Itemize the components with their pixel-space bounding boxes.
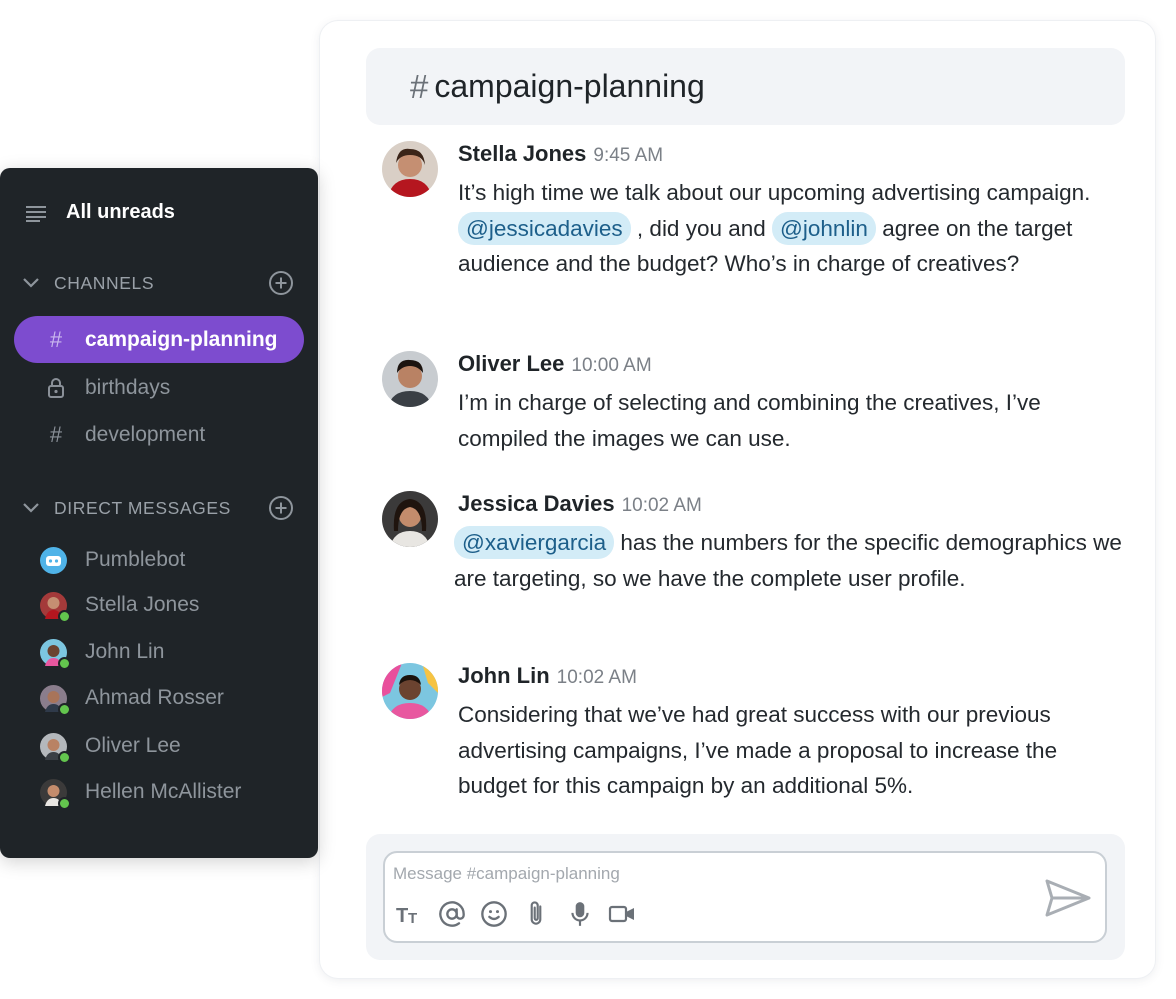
dm-label: Ahmad Rosser [85, 686, 224, 709]
message-body: John Lin 10:02 AM Considering that we’ve… [458, 663, 1122, 804]
message-body: Jessica Davies 10:02 AM @xaviergarcia ha… [454, 491, 1122, 596]
message-time: 10:02 AM [556, 667, 637, 688]
bot-icon [40, 546, 67, 574]
message-author[interactable]: John Lin [458, 663, 550, 689]
channel-item-birthdays[interactable]: birthdays [14, 364, 304, 411]
avatar [40, 732, 71, 764]
channels-section-header[interactable]: CHANNELS [22, 268, 294, 298]
message-author[interactable]: Stella Jones [458, 141, 586, 167]
message-input[interactable] [393, 861, 993, 887]
channel-title: campaign-planning [434, 68, 705, 104]
mention-icon[interactable] [437, 899, 467, 929]
all-unreads[interactable]: All unreads [26, 201, 175, 224]
dm-item-john-lin[interactable]: John Lin [40, 637, 165, 670]
channel-label: campaign-planning [85, 327, 278, 351]
dm-item-ahmad-rosser[interactable]: Ahmad Rosser [40, 683, 224, 716]
svg-text:T: T [396, 905, 408, 926]
dm-item-oliver-lee[interactable]: Oliver Lee [40, 731, 181, 764]
message-text: I’m in charge of selecting and combining… [458, 390, 1041, 451]
message-text: It’s high time we talk about our upcomin… [458, 175, 1122, 282]
text-segment: , did you and [636, 215, 766, 241]
video-icon[interactable] [607, 899, 637, 929]
hash-icon: # [49, 421, 63, 447]
avatar [40, 591, 71, 623]
plus-circle-icon [269, 496, 293, 520]
message: John Lin 10:02 AM Considering that we’ve… [382, 663, 1122, 813]
avatar [40, 778, 71, 810]
message: Oliver Lee 10:00 AM I’m in charge of sel… [382, 351, 1122, 461]
hash-icon: # [410, 67, 429, 105]
dm-label: John Lin [85, 640, 165, 663]
message-text: @xaviergarcia has the numbers for the sp… [454, 525, 1122, 596]
plus-circle-icon [269, 271, 293, 295]
lock-icon [44, 377, 68, 398]
list-icon [26, 205, 46, 222]
hash-icon: # [49, 326, 63, 352]
send-button[interactable] [1043, 877, 1093, 919]
dm-label: Hellen McAllister [85, 780, 242, 803]
add-channel-button[interactable] [268, 270, 294, 301]
add-dm-button[interactable] [268, 495, 294, 526]
avatar[interactable] [382, 351, 438, 407]
message-time: 10:02 AM [621, 495, 702, 516]
message-text: Considering that we’ve had great success… [458, 702, 1058, 798]
dm-section-header[interactable]: DIRECT MESSAGES [22, 493, 294, 523]
emoji-icon[interactable] [479, 899, 509, 929]
channel-label: development [85, 422, 206, 446]
sidebar: All unreads CHANNELS # campaign-planning… [0, 168, 318, 858]
dm-item-hellen-mcallister[interactable]: Hellen McAllister [40, 777, 242, 810]
mention-tag[interactable]: @jessicadavies [458, 211, 631, 245]
channel-header: # campaign-planning [366, 48, 1125, 125]
all-unreads-label: All unreads [66, 201, 175, 223]
send-icon [1045, 879, 1091, 917]
channels-header-label: CHANNELS [54, 272, 155, 293]
message-author[interactable]: Jessica Davies [458, 491, 615, 517]
message: Stella Jones 9:45 AM It’s high time we t… [382, 141, 1122, 321]
mention-tag[interactable]: @xaviergarcia [454, 526, 615, 559]
chevron-down-icon [23, 278, 39, 288]
message-body: Stella Jones 9:45 AM It’s high time we t… [458, 141, 1122, 282]
avatar [40, 638, 71, 670]
message-body: Oliver Lee 10:00 AM I’m in charge of sel… [458, 351, 1122, 456]
attachment-icon[interactable] [521, 899, 551, 929]
channel-label: birthdays [85, 375, 171, 399]
chat-window: # campaign-planning Stella Jones 9:45 AM… [320, 21, 1155, 978]
channel-item-development[interactable]: # development [14, 411, 304, 458]
text-segment: It’s high time we talk about our upcomin… [458, 180, 1091, 205]
online-indicator [58, 750, 71, 764]
message-author[interactable]: Oliver Lee [458, 351, 564, 377]
dm-label: Oliver Lee [85, 734, 181, 757]
avatar [40, 684, 71, 716]
avatar[interactable] [382, 491, 438, 547]
online-indicator [58, 796, 71, 810]
dm-header-label: DIRECT MESSAGES [54, 497, 231, 518]
avatar[interactable] [382, 141, 438, 197]
composer-area: TT [366, 834, 1125, 960]
svg-text:T: T [408, 910, 417, 926]
dm-label: Stella Jones [85, 593, 200, 616]
dm-label: Pumblebot [85, 548, 186, 571]
online-indicator [58, 656, 71, 670]
dm-item-pumblebot[interactable]: Pumblebot [40, 545, 185, 575]
text-format-icon[interactable]: TT [395, 899, 425, 929]
message-time: 10:00 AM [571, 355, 652, 376]
dm-item-stella-jones[interactable]: Stella Jones [40, 590, 200, 623]
message-time: 9:45 AM [593, 145, 664, 166]
online-indicator [58, 702, 71, 716]
composer: TT [383, 851, 1107, 943]
avatar[interactable] [382, 663, 438, 719]
microphone-icon[interactable] [565, 899, 595, 929]
message: Jessica Davies 10:02 AM @xaviergarcia ha… [382, 491, 1122, 631]
mention-tag[interactable]: @johnlin [772, 211, 876, 245]
chevron-down-icon [23, 503, 39, 513]
online-indicator [58, 609, 71, 623]
channel-item-campaign-planning[interactable]: # campaign-planning [14, 316, 304, 363]
